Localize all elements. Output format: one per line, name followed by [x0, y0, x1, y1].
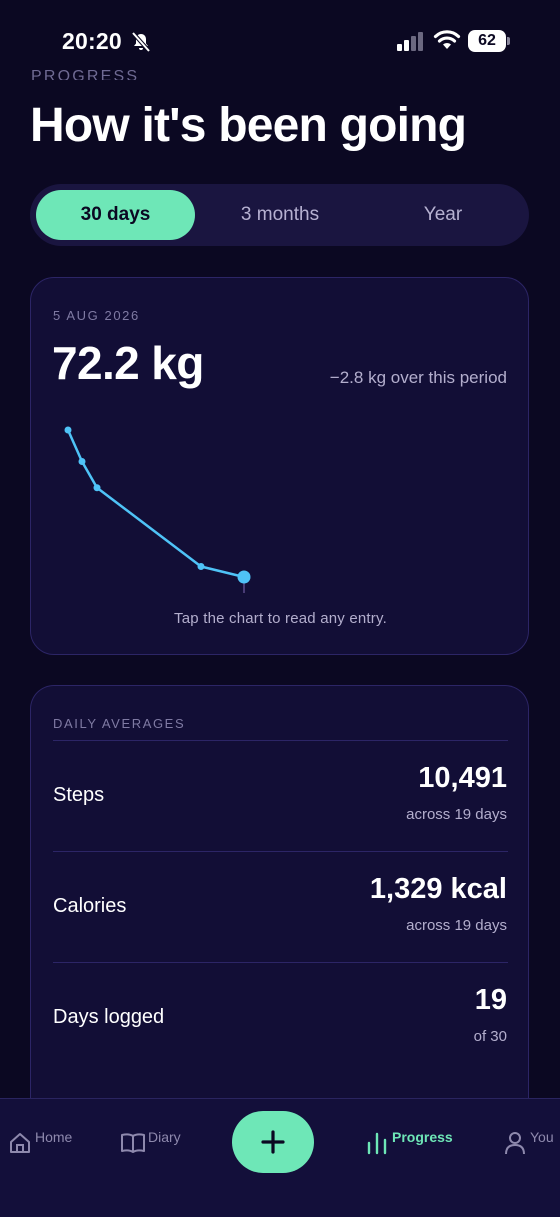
- average-label: Days logged: [53, 1006, 165, 1028]
- battery-indicator: 62: [468, 30, 510, 52]
- tab-30-days[interactable]: 30 days: [36, 190, 195, 240]
- tab-3-months[interactable]: 3 months: [200, 190, 360, 240]
- average-value: 1,329 kcal: [369, 873, 507, 905]
- average-value: 10,491: [418, 762, 507, 794]
- weight-line-chart[interactable]: [31, 278, 530, 656]
- average-subtext: across 19 days: [406, 806, 507, 823]
- divider: [53, 962, 508, 963]
- data-point[interactable]: [93, 484, 101, 492]
- person-icon: [505, 1132, 525, 1155]
- weight-series-line: [66, 429, 245, 579]
- daily-averages-card: DAILY AVERAGES Steps 10,491 across 19 da…: [30, 685, 529, 1105]
- data-point[interactable]: [197, 563, 205, 570]
- nav-you[interactable]: You: [502, 1099, 560, 1159]
- battery-tip: [507, 37, 510, 45]
- selected-data-point[interactable]: [237, 570, 251, 584]
- wifi-icon: [433, 30, 461, 49]
- status-time: 20:20: [62, 28, 122, 54]
- battery-level: 62: [468, 30, 506, 52]
- plus-icon: [261, 1130, 285, 1154]
- book-icon: [121, 1133, 145, 1153]
- nav-label-progress: Progress: [392, 1129, 453, 1145]
- nav-label-diary: Diary: [148, 1129, 181, 1145]
- signal-icon: [397, 32, 423, 51]
- range-segmented-control: 30 days 3 months Year: [30, 184, 529, 246]
- nav-home[interactable]: Home: [6, 1099, 86, 1159]
- average-label: Calories: [53, 895, 127, 917]
- nav-diary[interactable]: Diary: [118, 1099, 198, 1159]
- section-eyebrow: PROGRESS: [31, 68, 140, 80]
- bell-muted-icon: [131, 31, 151, 53]
- page-title: How it's been going: [30, 99, 467, 152]
- chart-hint: Tap the chart to read any entry.: [174, 610, 387, 627]
- averages-heading: DAILY AVERAGES: [53, 716, 186, 731]
- bottom-nav-bar: Home Diary Progress You: [0, 1098, 560, 1217]
- nav-label-home: Home: [35, 1129, 73, 1145]
- data-point[interactable]: [78, 458, 86, 465]
- progress-screen: 20:20 62 PROGRESS How it's been going 30…: [0, 0, 560, 1217]
- add-entry-button[interactable]: [232, 1111, 314, 1173]
- average-value: 19: [474, 984, 507, 1016]
- nav-progress[interactable]: Progress: [364, 1099, 464, 1159]
- divider: [53, 740, 508, 741]
- nav-label-you: You: [530, 1129, 554, 1145]
- tab-year[interactable]: Year: [363, 190, 523, 240]
- average-label: Steps: [53, 784, 105, 806]
- average-subtext: across 19 days: [406, 917, 507, 934]
- bar-chart-icon: [367, 1132, 387, 1155]
- data-point[interactable]: [64, 426, 72, 434]
- home-icon: [10, 1133, 30, 1153]
- divider: [53, 851, 508, 852]
- average-subtext: of 30: [473, 1028, 507, 1045]
- weight-card: 5 AUG 2026 72.2 kg −2.8 kg over this per…: [30, 277, 529, 655]
